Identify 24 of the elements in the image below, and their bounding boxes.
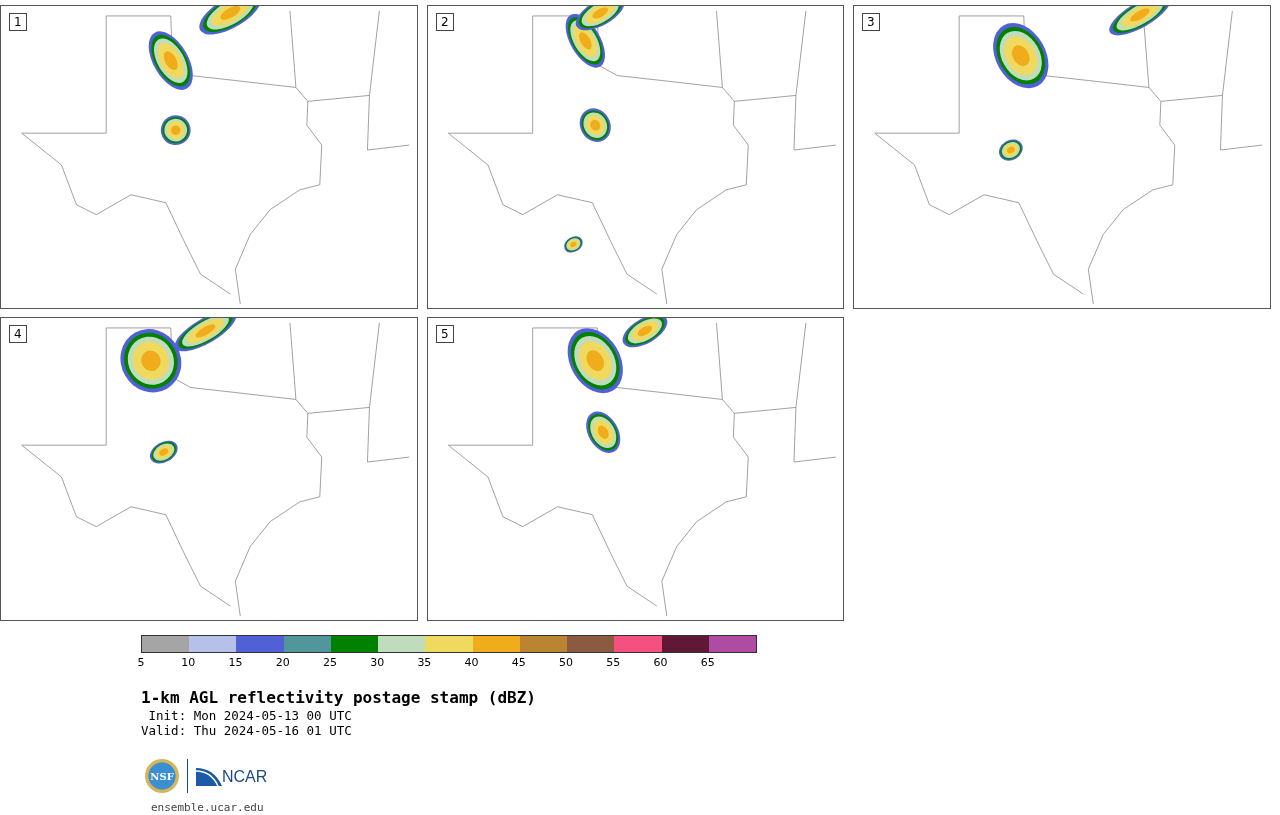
tick-label: 65	[700, 656, 715, 669]
figure-title: 1-km AGL reflectivity postage stamp (dBZ)	[141, 688, 537, 708]
tick-label: 10	[181, 656, 196, 669]
tick-label: 40	[464, 656, 479, 669]
tick-label: 55	[606, 656, 621, 669]
member-number: 1	[9, 13, 27, 31]
nsf-logo: NSF	[145, 759, 179, 793]
member-number: 3	[862, 13, 880, 31]
member-number: 5	[436, 325, 454, 343]
member-number: 4	[9, 325, 27, 343]
init-time: Init: Mon 2024-05-13 00 UTC	[147, 708, 353, 723]
valid-time: Valid: Thu 2024-05-16 01 UTC	[141, 723, 353, 738]
tick-label: 15	[228, 656, 243, 669]
tick-label: 35	[417, 656, 432, 669]
website-url: ensemble.ucar.edu	[151, 801, 265, 814]
member-number: 2	[436, 13, 454, 31]
tick-label: 25	[322, 656, 337, 669]
tick-label: 45	[511, 656, 526, 669]
tick-label: 50	[559, 656, 574, 669]
tick-label: 30	[370, 656, 385, 669]
ncar-logo: NCAR	[196, 766, 268, 786]
tick-label: 20	[275, 656, 290, 669]
tick-label: 5	[137, 656, 145, 669]
tick-label: 60	[653, 656, 668, 669]
